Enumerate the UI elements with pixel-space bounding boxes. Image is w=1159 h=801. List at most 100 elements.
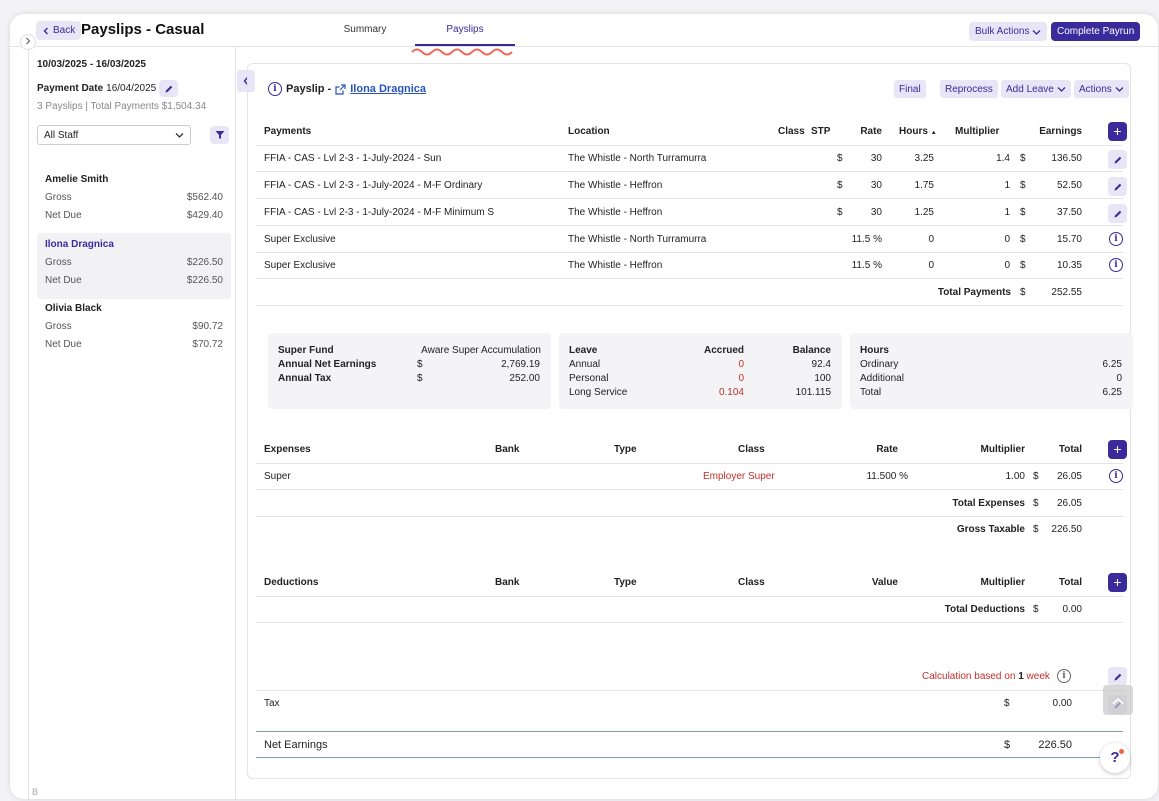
col-class: Class [738,577,765,588]
payment-location: The Whistle - Heffron [568,207,663,218]
employee-name: Olivia Black [45,303,102,314]
edit-payment-button[interactable] [1108,204,1127,223]
spellcheck-squiggle [411,48,513,56]
payslip-label: Payslip - [286,83,332,95]
payment-rate: 11.5 % [851,260,882,271]
edit-tax-calc-button[interactable] [1108,667,1127,686]
divider [256,145,1123,146]
info-icon[interactable]: i [1109,232,1123,246]
external-link-icon [335,83,346,95]
hours-header: Hours [860,345,889,356]
chevron-down-icon [1033,29,1041,35]
scroll-to-top-button[interactable] [1103,685,1133,715]
payment-rate: 30 [870,153,882,164]
employee-item[interactable]: Amelie Smith Gross $562.40 Net Due $429.40 [37,168,231,234]
payment-multiplier: 1 [1004,180,1010,191]
chevron-down-icon [1115,87,1124,92]
add-leave-button[interactable]: Add Leave [1001,80,1071,98]
super-fund-value: Aware Super Accumulation [421,345,541,356]
leave-balance: 100 [814,373,831,384]
help-button[interactable]: ? [1100,743,1130,773]
expense-rate: 11.500 % [866,471,908,482]
payment-earnings: 15.70 [1056,234,1082,245]
info-icon[interactable]: i [1109,258,1123,272]
payslips-summary: 3 Payslips | Total Payments $1,504.34 [37,101,207,112]
tax-currency: $ [1004,698,1010,709]
info-icon[interactable]: i [1109,469,1123,483]
edit-payment-button[interactable] [1108,150,1127,169]
edit-payment-button[interactable] [1108,177,1127,196]
payment-name: FFIA - CAS - Lvl 2-3 - 1-July-2024 - M-F… [264,207,495,218]
col-hours[interactable]: Hours ▲ [899,126,937,137]
payment-earnings-currency: $ [1020,260,1026,271]
payment-hours: 3.25 [914,153,934,164]
col-type: Type [614,444,637,455]
divider [256,198,1123,199]
net-row: Net Due $226.50 [45,275,223,293]
bulk-actions-button[interactable]: Bulk Actions [969,22,1048,41]
employee-item[interactable]: Olivia Black Gross $90.72 Net Due $70.72 [37,297,231,363]
leave-accrued: 0 [738,359,744,370]
tab-summary[interactable]: Summary [315,14,415,46]
page-title: Payslips - Casual [81,21,205,38]
payment-date-label: Payment Date [37,83,104,94]
payment-hours: 1.25 [914,207,934,218]
expand-sidebar-button[interactable] [20,34,36,50]
hours-label: Total [860,387,882,398]
total-deductions-value: 0.00 [1062,604,1082,615]
balance-header: Balance [792,345,831,356]
complete-payrun-button[interactable]: Complete Payrun [1051,22,1141,41]
reprocess-button[interactable]: Reprocess [940,80,998,98]
back-button[interactable]: Back [36,21,82,40]
col-multiplier: Multiplier [980,444,1025,455]
gross-row: Gross $562.40 [45,192,223,210]
divider [256,171,1123,172]
hours-value: 6.25 [1102,387,1122,398]
pay-period: 10/03/2025 - 16/03/2025 [37,59,146,70]
divider [256,305,1123,306]
add-expense-button[interactable]: + [1108,440,1127,459]
col-payments: Payments [264,126,312,137]
super-fund-box: Super Fund Aware Super Accumulation Annu… [268,333,551,409]
payment-date-value: 16/04/2025 [106,83,157,94]
annual-tax-currency: $ [417,373,423,384]
add-payment-button[interactable]: + [1108,122,1127,141]
edit-payment-date-button[interactable] [159,80,179,97]
leave-header: Leave [569,345,598,356]
info-icon[interactable]: i [268,82,282,96]
actions-label: Actions [1079,83,1112,95]
net-row: Net Due $429.40 [45,210,223,228]
payment-earnings: 37.50 [1056,207,1082,218]
divider [256,463,1123,464]
info-icon[interactable]: i [1057,669,1071,683]
col-deductions: Deductions [264,577,319,588]
net-earnings-label: Net Earnings [264,739,328,751]
payment-name: FFIA - CAS - Lvl 2-3 - 1-July-2024 - Sun [264,153,442,164]
payment-multiplier: 0 [1004,234,1010,245]
payment-earnings-currency: $ [1020,180,1026,191]
gross-value: $90.72 [192,321,223,332]
col-earnings: Earnings [1039,126,1082,137]
staff-filter-select[interactable]: All Staff [37,125,191,145]
divider [256,489,1123,490]
tab-payslips[interactable]: Payslips [415,14,515,46]
net-divider-bottom [256,757,1123,758]
employee-item-selected[interactable]: Ilona Dragnica Gross $226.50 Net Due $226.… [37,233,231,299]
final-button[interactable]: Final [894,80,926,98]
leave-type: Personal [569,373,609,384]
add-leave-label: Add Leave [1006,83,1054,95]
payment-rate: 11.5 % [851,234,882,245]
add-deduction-button[interactable]: + [1108,573,1127,592]
payment-earnings-currency: $ [1020,207,1026,218]
payment-multiplier: 1.4 [996,153,1010,164]
payment-earnings: 136.50 [1051,153,1082,164]
total-expenses-label: Total Expenses [952,498,1025,509]
payment-hours: 0 [928,234,934,245]
payment-hours: 0 [928,260,934,271]
calc-weeks: 1 [1018,671,1024,682]
actions-button[interactable]: Actions [1074,80,1129,98]
gross-value: $562.40 [186,192,223,203]
leave-type: Annual [569,359,601,370]
filter-button[interactable] [210,126,229,144]
employee-link[interactable]: Ilona Dragnica [350,83,426,95]
